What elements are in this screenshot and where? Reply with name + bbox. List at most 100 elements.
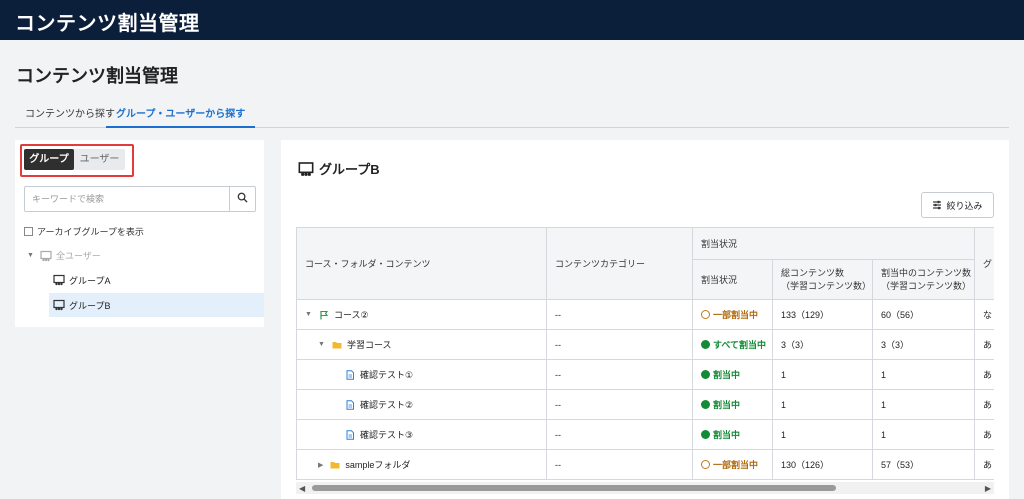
status-label: 割当中 — [713, 430, 741, 440]
right-panel: グループB 絞り込み コース・フォルダ・コンテンツ コンテンツカテゴリー 割当状… — [281, 140, 1009, 499]
cell-total: 3（3） — [772, 329, 873, 360]
cell-last: あ — [974, 449, 994, 480]
table-row[interactable]: ▼ 確認テスト① -- 割当中 1 1 あ — [296, 359, 994, 390]
tree-item-group-a[interactable]: グループA — [49, 268, 264, 292]
cell-assigning: 1 — [871, 389, 976, 420]
tab-search-by-group-user[interactable]: グループ・ユーザーから探す — [106, 104, 256, 128]
archive-toggle: アーカイブグループを表示 — [24, 225, 144, 238]
cell-last: あ — [974, 329, 994, 360]
expand-down-icon[interactable]: ▼ — [27, 252, 34, 259]
cell-total: 133（129） — [772, 299, 873, 330]
user-toggle-button[interactable]: ユーザー — [74, 149, 125, 170]
cell-status: すべて割当中 — [692, 329, 773, 360]
content-name[interactable]: sampleフォルダ — [345, 458, 410, 471]
scroll-left-icon[interactable]: ◀ — [299, 484, 305, 493]
column-header-assign-status-group: 割当状況 — [691, 227, 976, 260]
tab-bar: コンテンツから探す グループ・ユーザーから探す — [15, 104, 1009, 128]
group-toggle-button[interactable]: グループ — [24, 149, 74, 170]
column-header-assigning: 割当中のコンテンツ数 （学習コンテンツ数） — [871, 259, 976, 300]
group-icon — [298, 161, 314, 177]
content-name[interactable]: 確認テスト③ — [360, 428, 413, 441]
archive-label: アーカイブグループを表示 — [37, 227, 144, 237]
cell-content: ▼ 確認テスト③ — [296, 419, 547, 450]
group-icon — [53, 274, 65, 286]
column-header-content: コース・フォルダ・コンテンツ — [296, 227, 547, 300]
filter-icon — [933, 200, 942, 210]
search-input[interactable] — [25, 187, 230, 211]
cell-category: -- — [546, 449, 693, 480]
expand-right-icon[interactable]: ▶ — [318, 461, 323, 469]
page-title: コンテンツ割当管理 — [16, 66, 178, 86]
scrollbar-thumb[interactable] — [312, 485, 836, 491]
cell-category: -- — [546, 419, 693, 450]
tree-item-label: グループA — [69, 275, 111, 286]
check-circle-icon — [701, 400, 710, 409]
archive-checkbox[interactable] — [24, 227, 33, 236]
table-row[interactable]: ▼ 確認テスト② -- 割当中 1 1 あ — [296, 389, 994, 420]
content-name[interactable]: 確認テスト① — [360, 368, 413, 381]
status-label: 割当中 — [713, 400, 741, 410]
cell-total: 130（126） — [772, 449, 873, 480]
cell-last: な — [974, 299, 994, 330]
column-header-assign-status: 割当状況 — [692, 259, 773, 300]
check-circle-icon — [701, 430, 710, 439]
column-header-category: コンテンツカテゴリー — [546, 227, 693, 300]
cell-status: 一部割当中 — [692, 299, 773, 330]
cell-content: ▼ コース② — [296, 299, 547, 330]
cell-category: -- — [546, 329, 693, 360]
expand-down-icon[interactable]: ▼ — [305, 311, 312, 318]
filter-label: 絞り込み — [946, 200, 983, 211]
document-icon — [345, 399, 355, 410]
horizontal-scrollbar[interactable]: ◀ ▶ — [296, 482, 994, 494]
scroll-right-icon[interactable]: ▶ — [985, 484, 991, 493]
column-header-group: グ — [974, 227, 994, 300]
search-button[interactable] — [229, 187, 255, 211]
tree-root[interactable]: ▼ 全ユーザー — [27, 249, 101, 262]
cell-assigning: 57（53） — [871, 449, 976, 480]
cell-assigning: 60（56） — [871, 299, 976, 330]
cell-total: 1 — [772, 359, 873, 390]
group-icon — [40, 250, 52, 262]
cell-status: 一部割当中 — [692, 449, 773, 480]
group-heading: グループB — [298, 159, 380, 178]
status-label: 一部割当中 — [713, 460, 759, 470]
cell-category: -- — [546, 389, 693, 420]
cell-content: ▼ 確認テスト② — [296, 389, 547, 420]
cell-content: ▶ sampleフォルダ — [296, 449, 547, 480]
top-app-bar: コンテンツ割当管理 — [0, 0, 1024, 40]
search-box — [24, 186, 256, 212]
table-row[interactable]: ▶ sampleフォルダ -- 一部割当中 130（126） 57（53） あ — [296, 449, 994, 480]
group-user-toggle: グループ ユーザー — [24, 149, 125, 170]
status-label: すべて割当中 — [713, 340, 767, 350]
search-icon — [237, 190, 248, 208]
cell-category: -- — [546, 299, 693, 330]
content-table-container: コース・フォルダ・コンテンツ コンテンツカテゴリー 割当状況 グ 割当状況 総コ… — [296, 227, 994, 482]
cell-last: あ — [974, 389, 994, 420]
content-name[interactable]: 確認テスト② — [360, 398, 413, 411]
tree-item-group-b[interactable]: グループB — [49, 293, 264, 317]
tree-item-label: グループB — [69, 300, 111, 311]
table-row[interactable]: ▼ 学習コース -- すべて割当中 3（3） 3（3） あ — [296, 329, 994, 360]
group-icon — [53, 299, 65, 311]
cell-status: 割当中 — [692, 419, 773, 450]
folder-icon — [332, 340, 342, 350]
content-name[interactable]: コース② — [334, 308, 369, 321]
group-title: グループB — [319, 162, 380, 177]
table-row[interactable]: ▼ コース② -- 一部割当中 133（129） 60（56） な — [296, 299, 994, 330]
document-icon — [345, 429, 355, 440]
cell-total: 1 — [772, 419, 873, 450]
content-name[interactable]: 学習コース — [347, 338, 392, 351]
table-row[interactable]: ▼ 確認テスト③ -- 割当中 1 1 あ — [296, 419, 994, 450]
filter-button[interactable]: 絞り込み — [921, 192, 994, 218]
content-table: コース・フォルダ・コンテンツ コンテンツカテゴリー 割当状況 グ 割当状況 総コ… — [296, 227, 994, 480]
expand-down-icon[interactable]: ▼ — [318, 341, 325, 348]
cell-content: ▼ 確認テスト① — [296, 359, 547, 390]
app-title: コンテンツ割当管理 — [15, 13, 200, 35]
flag-icon — [319, 310, 329, 320]
check-circle-icon — [701, 340, 710, 349]
cell-status: 割当中 — [692, 389, 773, 420]
partial-circle-icon — [701, 310, 710, 319]
cell-assigning: 1 — [871, 419, 976, 450]
cell-total: 1 — [772, 389, 873, 420]
left-panel: グループ ユーザー アーカイブグループを表示 ▼ 全ユーザー グループA グルー… — [15, 140, 264, 327]
